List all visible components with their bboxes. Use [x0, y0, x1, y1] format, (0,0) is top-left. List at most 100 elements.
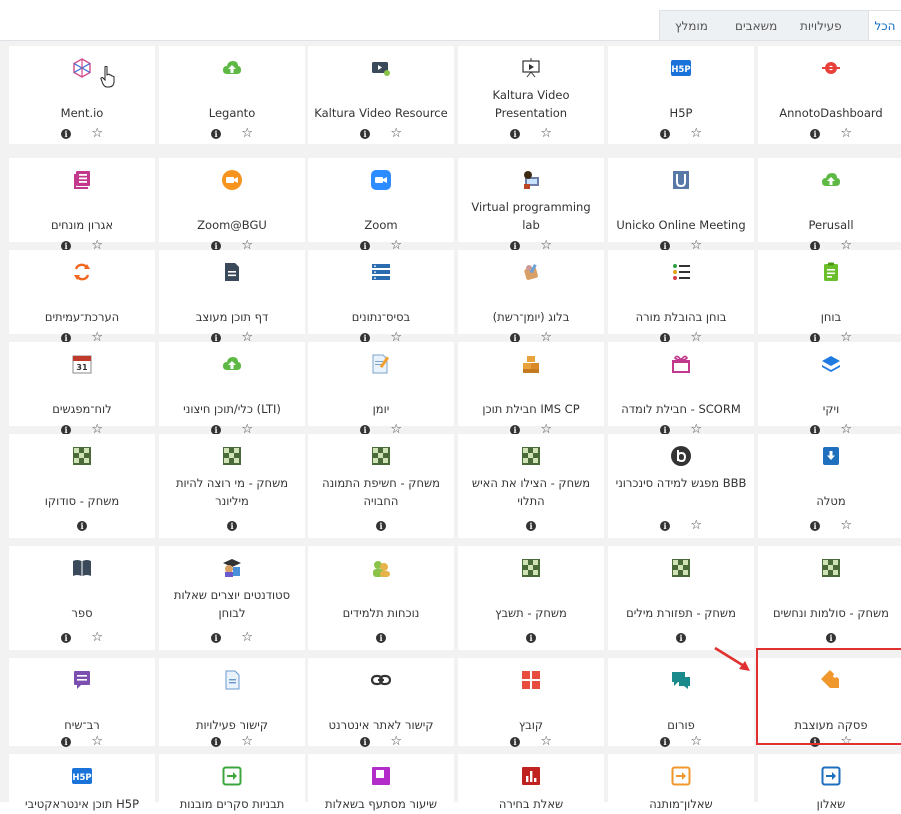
info-icon[interactable]: i [376, 633, 386, 643]
star-icon[interactable]: ☆ [91, 126, 103, 142]
star-icon[interactable]: ☆ [241, 126, 253, 142]
activity-tile[interactable]: קישור פעילויות i ☆ [159, 658, 305, 749]
activity-tile[interactable]: שאלון [758, 754, 901, 814]
url-icon [371, 670, 391, 690]
info-icon[interactable]: i [360, 737, 370, 747]
activity-tile[interactable]: יומן i ☆ [308, 342, 454, 437]
tab-resources[interactable]: משאבים [735, 11, 777, 41]
activity-tile[interactable]: פסקה מעוצבת i ☆ [758, 658, 901, 749]
activity-tile[interactable]: AnnotoDashboard i ☆ [758, 46, 901, 144]
activity-tile[interactable]: רב־שיח i ☆ [9, 658, 155, 749]
activity-tile[interactable]: בסיס־נתונים i ☆ [308, 250, 454, 345]
activity-label: משחק - מי רוצה להיות מיליונר [175, 476, 289, 508]
info-icon[interactable]: i [526, 633, 536, 643]
activity-tile[interactable]: משחק - הצילו את האיש התלוי i [458, 434, 604, 538]
info-icon[interactable]: i [826, 633, 836, 643]
star-icon[interactable]: ☆ [241, 630, 253, 646]
activity-tile[interactable]: דף תוכן מעוצב i ☆ [159, 250, 305, 345]
activity-tile[interactable]: משחק - תפזורת מילים i [608, 546, 754, 650]
star-icon[interactable]: ☆ [91, 630, 103, 646]
activity-label: Kaltura Video Resource [314, 106, 448, 120]
activity-tile[interactable]: 31 לוח־מפגשים i ☆ [9, 342, 155, 437]
activity-tile[interactable]: Leganto i ☆ [159, 46, 305, 144]
info-icon[interactable]: i [61, 633, 71, 643]
activity-tile[interactable]: ספר i ☆ [9, 546, 155, 650]
tab-activities[interactable]: פעילויות [800, 11, 842, 41]
activity-tile[interactable]: Ment.io i ☆ [9, 46, 155, 144]
activity-tile[interactable]: משחק - סולמות ונחשים i [758, 546, 901, 650]
activity-tile[interactable]: סטודנטים יוצרים שאלות לבוחן i ☆ [159, 546, 305, 650]
activity-tile[interactable]: Kaltura Video Presentation i ☆ [458, 46, 604, 144]
info-icon[interactable]: i [211, 129, 221, 139]
activity-tile[interactable]: משחק - סודוקו i [9, 434, 155, 538]
tab-recommended[interactable]: מומלץ [675, 11, 708, 41]
info-icon[interactable]: i [211, 633, 221, 643]
info-icon[interactable]: i [810, 521, 820, 531]
activity-tile[interactable]: בוחן i ☆ [758, 250, 901, 345]
activity-tile[interactable]: H5P תוכן אינטראקטיבי H5P [9, 754, 155, 814]
activity-tile[interactable]: חבילת תוכן IMS CP i ☆ [458, 342, 604, 437]
star-icon[interactable]: ☆ [840, 734, 852, 750]
activity-tile[interactable]: Kaltura Video Resource i ☆ [308, 46, 454, 144]
activity-label: קובץ [518, 718, 544, 732]
info-icon[interactable]: i [61, 737, 71, 747]
activity-tile[interactable]: הערכת־עמיתים i ☆ [9, 250, 155, 345]
star-icon[interactable]: ☆ [390, 734, 402, 750]
info-icon[interactable]: i [810, 129, 820, 139]
star-icon[interactable]: ☆ [540, 734, 552, 750]
info-icon[interactable]: i [211, 737, 221, 747]
star-icon[interactable]: ☆ [690, 126, 702, 142]
info-icon[interactable]: i [660, 129, 670, 139]
activity-tile[interactable]: Perusall i ☆ [758, 158, 901, 253]
info-icon[interactable]: i [660, 521, 670, 531]
info-icon[interactable]: i [376, 521, 386, 531]
activity-tile[interactable]: משחק - מי רוצה להיות מיליונר i [159, 434, 305, 538]
activity-tile[interactable]: ויקי i ☆ [758, 342, 901, 437]
star-icon[interactable]: ☆ [540, 126, 552, 142]
star-icon[interactable]: ☆ [690, 518, 702, 534]
star-icon[interactable]: ☆ [241, 734, 253, 750]
activity-tile[interactable]: שאלת בחירה [458, 754, 604, 814]
activity-tile[interactable]: מפגש למידה סינכרוני BBB i ☆ [608, 434, 754, 538]
tile-actions: i ☆ [660, 518, 702, 534]
star-icon[interactable]: ☆ [840, 518, 852, 534]
activity-tile[interactable]: אגרון מונחים i ☆ [9, 158, 155, 253]
glossary-icon [72, 170, 92, 190]
info-icon[interactable]: i [526, 521, 536, 531]
star-icon[interactable]: ☆ [91, 734, 103, 750]
activity-tile[interactable]: קישור לאתר אינטרנט i ☆ [308, 658, 454, 749]
activity-tile[interactable]: משחק - חשיפת התמונה החבויה i [308, 434, 454, 538]
activity-tile[interactable]: מטלה i ☆ [758, 434, 901, 538]
activity-tile[interactable]: בוחן בהובלת מורה i ☆ [608, 250, 754, 345]
star-icon[interactable]: ☆ [390, 126, 402, 142]
activity-tile[interactable]: שאלון־מותנה [608, 754, 754, 814]
label-icon [821, 670, 841, 690]
star-icon[interactable]: ☆ [840, 126, 852, 142]
info-icon[interactable]: i [360, 129, 370, 139]
activity-tile[interactable]: נוכחות תלמידים i [308, 546, 454, 650]
activity-tile[interactable]: H5P H5P i ☆ [608, 46, 754, 144]
info-icon[interactable]: i [61, 129, 71, 139]
activity-tile[interactable]: משחק - תשבץ i [458, 546, 604, 650]
info-icon[interactable]: i [810, 737, 820, 747]
activity-tile[interactable]: Unicko Online Meeting i ☆ [608, 158, 754, 253]
info-icon[interactable]: i [77, 521, 87, 531]
activity-tile[interactable]: כלי/תוכן חיצוני (LTI) i ☆ [159, 342, 305, 437]
info-icon[interactable]: i [227, 521, 237, 531]
info-icon[interactable]: i [510, 129, 520, 139]
activity-chooser-tabs: מומלץ משאבים פעילויות הכל [659, 10, 901, 42]
activity-tile[interactable]: Virtual programming lab i ☆ [458, 158, 604, 253]
star-icon[interactable]: ☆ [690, 734, 702, 750]
activity-tile[interactable]: Zoom i ☆ [308, 158, 454, 253]
info-icon[interactable]: i [676, 633, 686, 643]
activity-tile[interactable]: שיעור מסתעף בשאלות [308, 754, 454, 814]
info-icon[interactable]: i [510, 737, 520, 747]
info-icon[interactable]: i [660, 737, 670, 747]
tab-all[interactable]: הכל [868, 11, 901, 42]
activity-tile[interactable]: תבניות סקרים מובנות [159, 754, 305, 814]
activity-label: ספר [71, 606, 93, 620]
activity-tile[interactable]: חבילת לומדה - SCORM i ☆ [608, 342, 754, 437]
activity-tile[interactable]: קובץ i ☆ [458, 658, 604, 749]
activity-tile[interactable]: Zoom@BGU i ☆ [159, 158, 305, 253]
activity-tile[interactable]: בלוג (יומן־רשת) i ☆ [458, 250, 604, 345]
